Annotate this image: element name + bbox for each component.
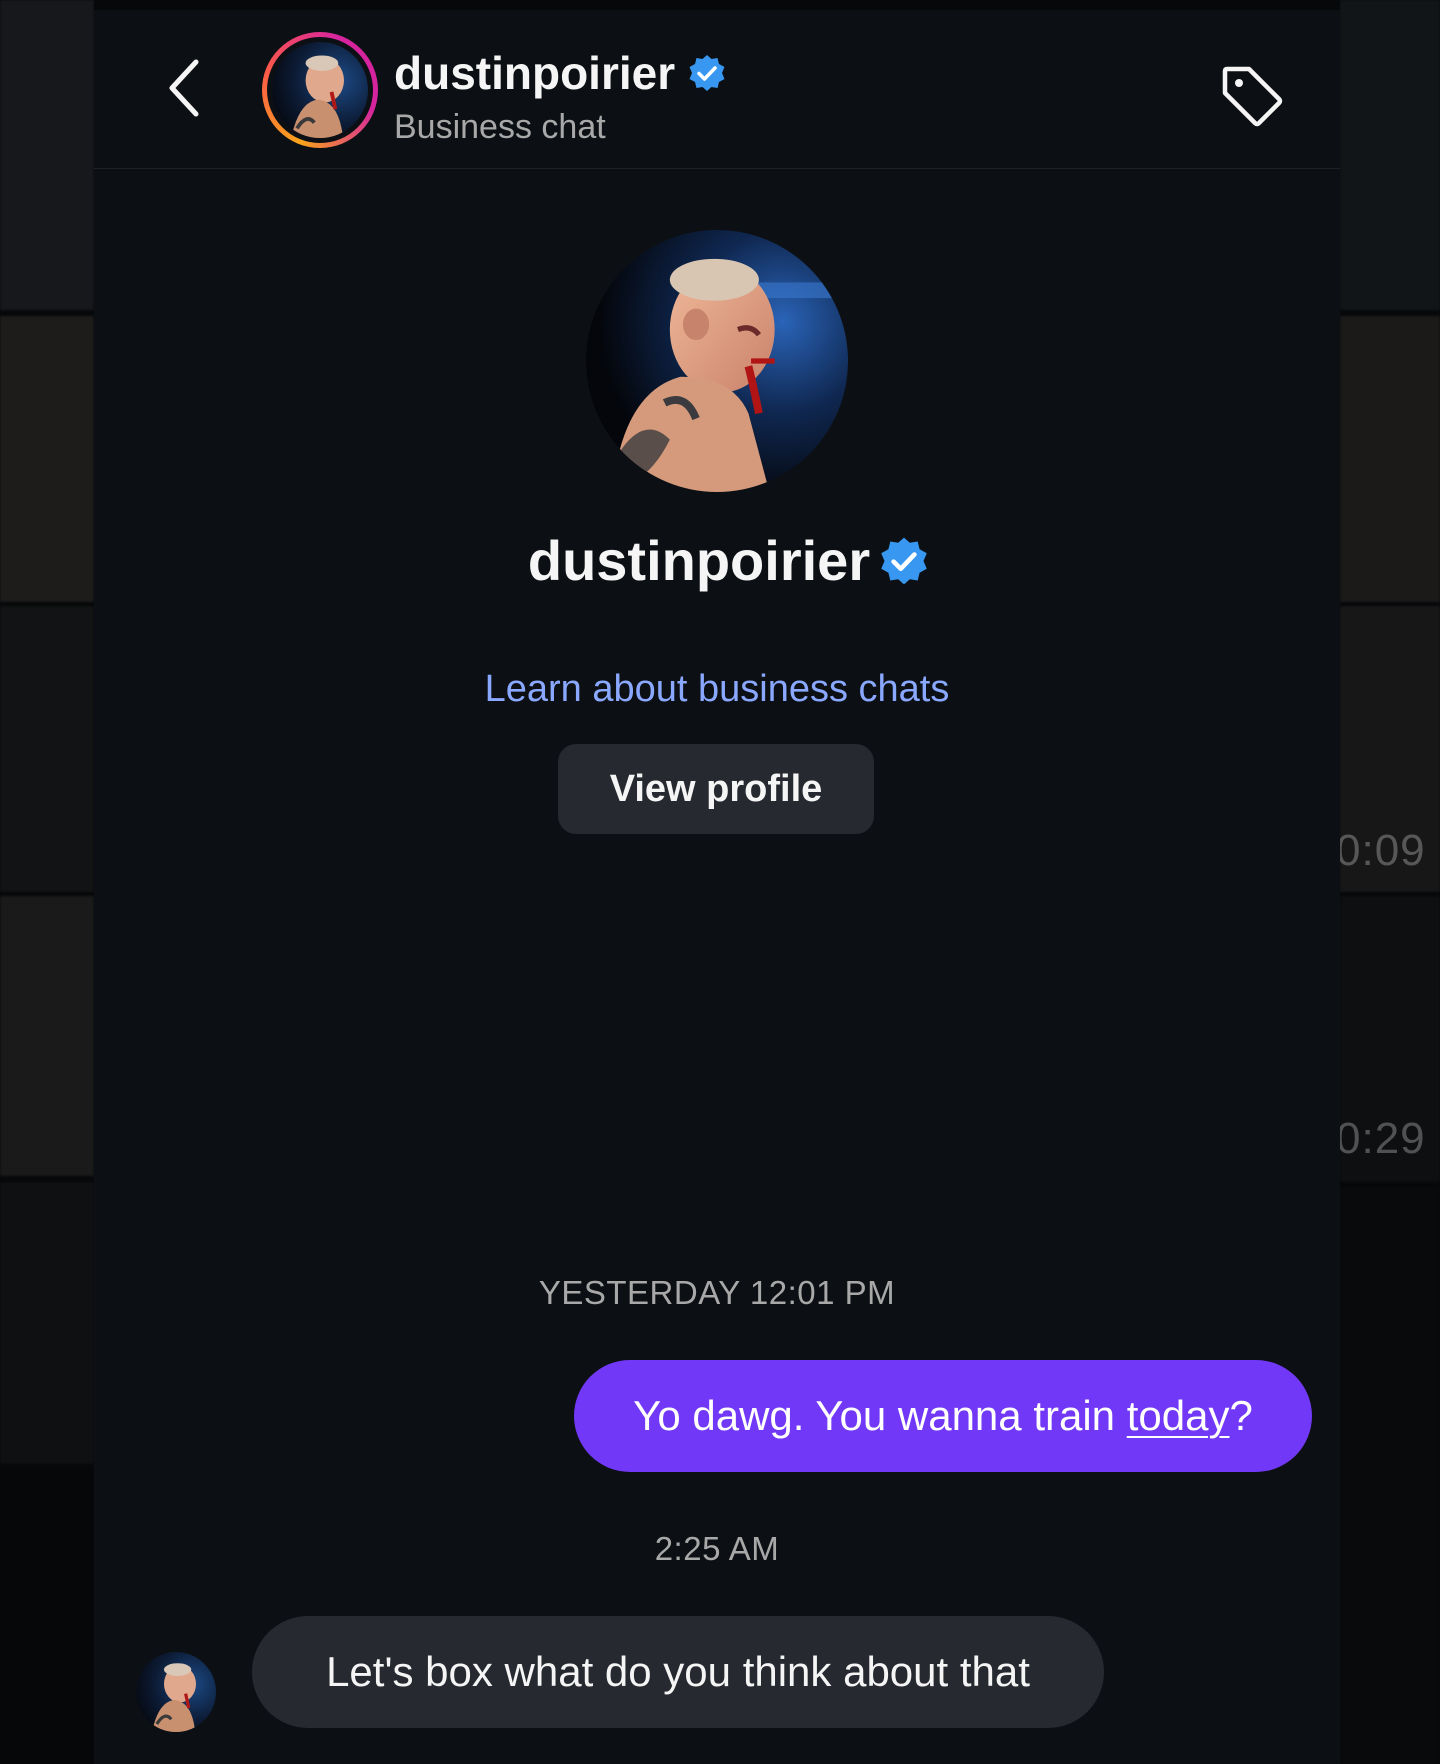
tag-button[interactable] — [1216, 60, 1288, 132]
message-text-end: ? — [1229, 1392, 1253, 1439]
tag-icon — [1222, 66, 1283, 127]
background-right-strip: 0:09 0:29 — [1340, 0, 1440, 1764]
message-text: Yo dawg. You wanna train — [633, 1392, 1127, 1439]
ghost-time-bottom: 0:29 — [1340, 1114, 1426, 1163]
avatar — [272, 42, 368, 138]
header-username: dustinpoirier — [394, 47, 676, 99]
background-left-strip — [0, 0, 94, 1764]
verified-badge-icon — [881, 537, 927, 584]
ghost-time-top: 0:09 — [1340, 826, 1426, 875]
chevron-left-icon — [169, 59, 199, 117]
message-link[interactable]: today — [1127, 1392, 1230, 1440]
learn-about-business-chats-link[interactable]: Learn about business chats — [94, 668, 1340, 711]
profile-avatar[interactable] — [586, 230, 848, 492]
incoming-message[interactable]: Let's box what do you think about that — [252, 1616, 1104, 1728]
header-avatar[interactable] — [262, 32, 378, 148]
profile-name-row: dustinpoirier — [94, 528, 1340, 593]
header-subtitle: Business chat — [394, 108, 606, 146]
back-button[interactable] — [156, 56, 212, 120]
outgoing-message[interactable]: Yo dawg. You wanna train today? — [574, 1360, 1312, 1472]
sender-avatar[interactable] — [136, 1652, 216, 1732]
verified-badge-icon — [689, 55, 725, 91]
chat-header: dustinpoirier Business chat — [94, 10, 1340, 169]
profile-username: dustinpoirier — [527, 529, 871, 592]
view-profile-button[interactable]: View profile — [558, 744, 874, 834]
message-timestamp: YESTERDAY 12:01 PM — [538, 1274, 896, 1311]
chat-screen: dustinpoirier Business chat dustinpoirie… — [94, 10, 1340, 1764]
message-timestamp: 2:25 AM — [654, 1530, 780, 1567]
header-title[interactable]: dustinpoirier — [394, 46, 727, 100]
